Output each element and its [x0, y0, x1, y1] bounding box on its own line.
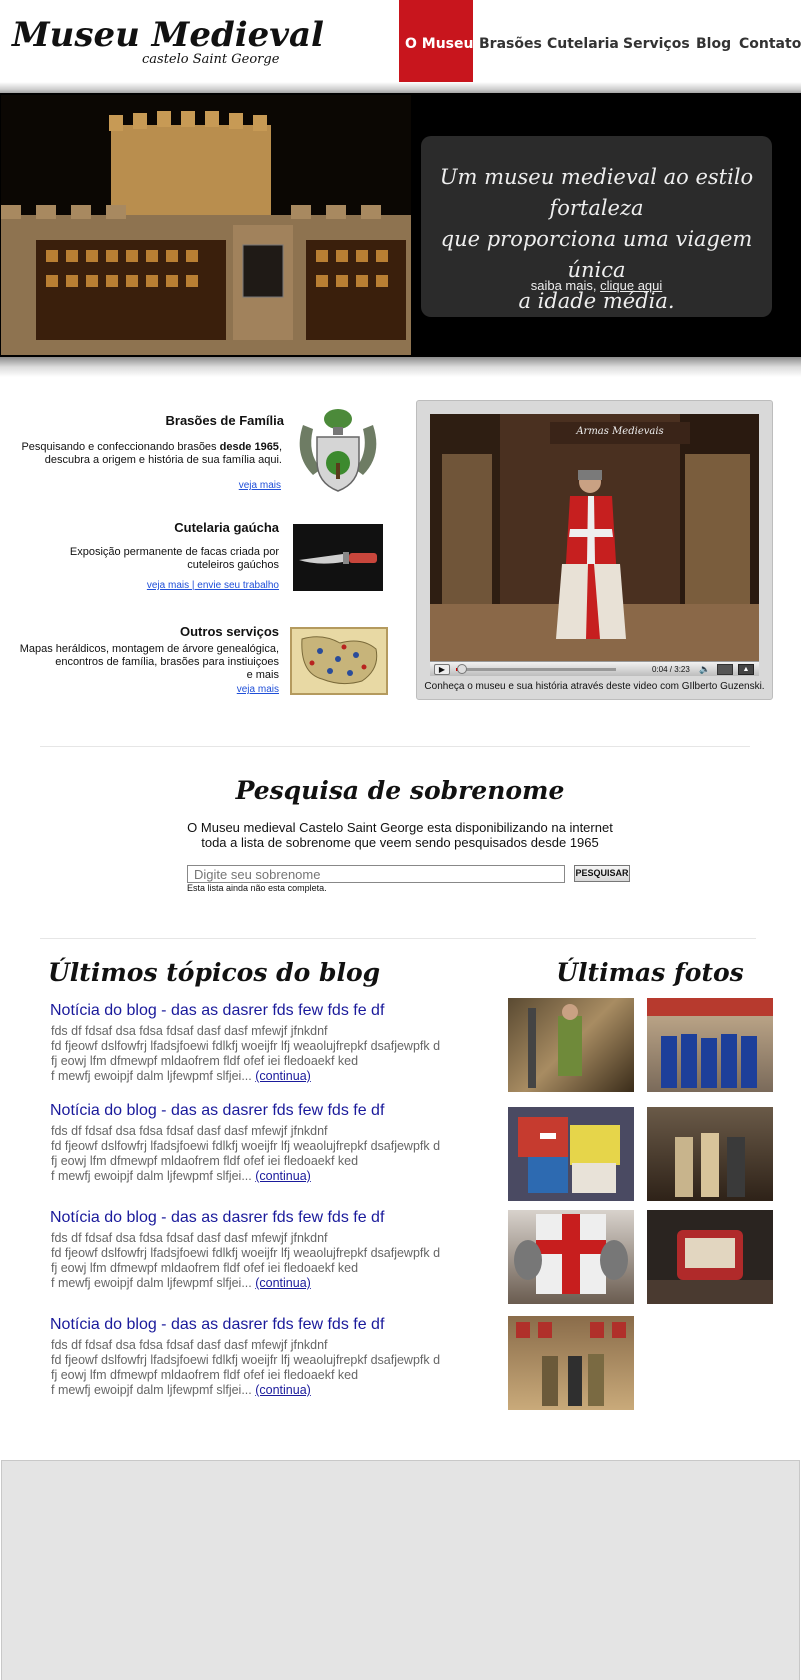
- surname-search-desc: O Museu medieval Castelo Saint George es…: [187, 820, 613, 850]
- photo-thumbnail[interactable]: [647, 1210, 773, 1304]
- site-footer: [1, 1460, 800, 1680]
- blog-section-title: Últimos tópicos do blog: [48, 958, 381, 987]
- video-progress-track[interactable]: [456, 668, 616, 671]
- blog-post-title[interactable]: Notícia do blog - das as dasrer fds few …: [50, 1316, 470, 1334]
- photo-thumbnail[interactable]: [508, 998, 634, 1092]
- hero-shadow: [0, 357, 801, 377]
- blog-post-excerpt: fds df fdsaf dsa fdsa fdsaf dasf dasf mf…: [51, 1024, 441, 1083]
- blog-post-continue-link[interactable]: (continua): [255, 1169, 311, 1183]
- blog-post-excerpt: fds df fdsaf dsa fdsa fdsaf dasf dasf mf…: [51, 1338, 441, 1397]
- section-divider: [40, 938, 756, 939]
- feature-desc-servicos: Mapas heráldicos, montagem de árvore gen…: [19, 643, 279, 681]
- nav-item-o-museu[interactable]: O Museu: [405, 36, 473, 52]
- photos-section-title: Últimas fotos: [556, 958, 744, 987]
- photo-thumbnail[interactable]: [508, 1107, 634, 1201]
- photo-thumbnail[interactable]: [508, 1210, 634, 1304]
- captions-icon[interactable]: [717, 664, 733, 675]
- volume-icon[interactable]: 🔈: [698, 664, 712, 675]
- feature-title-brasoes: Brasões de Família: [165, 413, 285, 428]
- hero-more-text: saiba mais, clique aqui: [530, 278, 663, 293]
- site-header: Museu Medieval castelo Saint George O Mu…: [0, 0, 801, 93]
- photo-thumbnail[interactable]: [647, 998, 773, 1092]
- play-icon[interactable]: ▶: [434, 664, 450, 675]
- blog-post-title[interactable]: Notícia do blog - das as dasrer fds few …: [50, 1102, 470, 1120]
- video-time: 0:04 / 3:23: [652, 665, 690, 674]
- surname-search-button[interactable]: PESQUISAR: [574, 865, 630, 882]
- blog-post-title[interactable]: Notícia do blog - das as dasrer fds few …: [50, 1209, 470, 1227]
- site-logo[interactable]: Museu Medieval: [12, 18, 324, 52]
- feature-title-servicos: Outros serviços: [180, 624, 279, 639]
- feature-link-servicos[interactable]: veja mais: [180, 684, 279, 695]
- photo-thumbnail[interactable]: [647, 1107, 773, 1201]
- feature-link-brasoes[interactable]: veja mais: [180, 480, 281, 491]
- section-divider: [40, 746, 750, 747]
- surname-search-note: Esta lista ainda não esta completa.: [187, 883, 327, 893]
- fullscreen-icon[interactable]: ▲: [738, 664, 754, 675]
- feature-desc-brasoes: Pesquisando e confeccionando brasões des…: [21, 441, 282, 466]
- heraldic-map-icon: [290, 627, 388, 695]
- feature-link-cutelaria[interactable]: veja mais | envie seu trabalho: [80, 580, 279, 591]
- nav-item-servicos[interactable]: Serviços: [623, 36, 690, 52]
- video-sign-text: Armas Medievais: [576, 426, 664, 437]
- blog-post-excerpt: fds df fdsaf dsa fdsa fdsaf dasf dasf mf…: [51, 1231, 441, 1290]
- knife-icon: [293, 524, 383, 591]
- surname-search-input[interactable]: [187, 865, 565, 883]
- nav-item-cutelaria[interactable]: Cutelaria: [547, 36, 619, 52]
- video-controls: ▶ 0:04 / 3:23 🔈 ▲: [430, 661, 759, 676]
- blog-post-title[interactable]: Notícia do blog - das as dasrer fds few …: [50, 1002, 470, 1020]
- feature-title-cutelaria: Cutelaria gaúcha: [174, 520, 279, 535]
- video-caption: Conheça o museu e sua história através d…: [424, 681, 765, 692]
- surname-search-title: Pesquisa de sobrenome: [235, 776, 565, 805]
- hero-tagline: Um museu medieval ao estilo fortaleza qu…: [439, 165, 754, 313]
- video-player[interactable]: Armas Medievais: [430, 414, 759, 661]
- blog-post-continue-link[interactable]: (continua): [255, 1276, 311, 1290]
- feature-desc-cutelaria: Exposição permanente de facas criada por…: [69, 546, 279, 571]
- nav-item-blog[interactable]: Blog: [696, 36, 731, 52]
- coat-of-arms-icon: [293, 405, 383, 495]
- blog-post-excerpt: fds df fdsaf dsa fdsa fdsaf dasf dasf mf…: [51, 1124, 441, 1183]
- nav-item-contato[interactable]: Contato: [739, 36, 801, 52]
- blog-post-continue-link[interactable]: (continua): [255, 1383, 311, 1397]
- video-scrubber[interactable]: [457, 664, 468, 674]
- hero-more-link[interactable]: clique aqui: [600, 278, 662, 293]
- nav-item-brasoes[interactable]: Brasões: [479, 36, 542, 52]
- blog-post-continue-link[interactable]: (continua): [255, 1069, 311, 1083]
- photo-thumbnail[interactable]: [508, 1316, 634, 1410]
- castle-photo: [1, 95, 411, 355]
- logo-subtitle: castelo Saint George: [142, 52, 280, 67]
